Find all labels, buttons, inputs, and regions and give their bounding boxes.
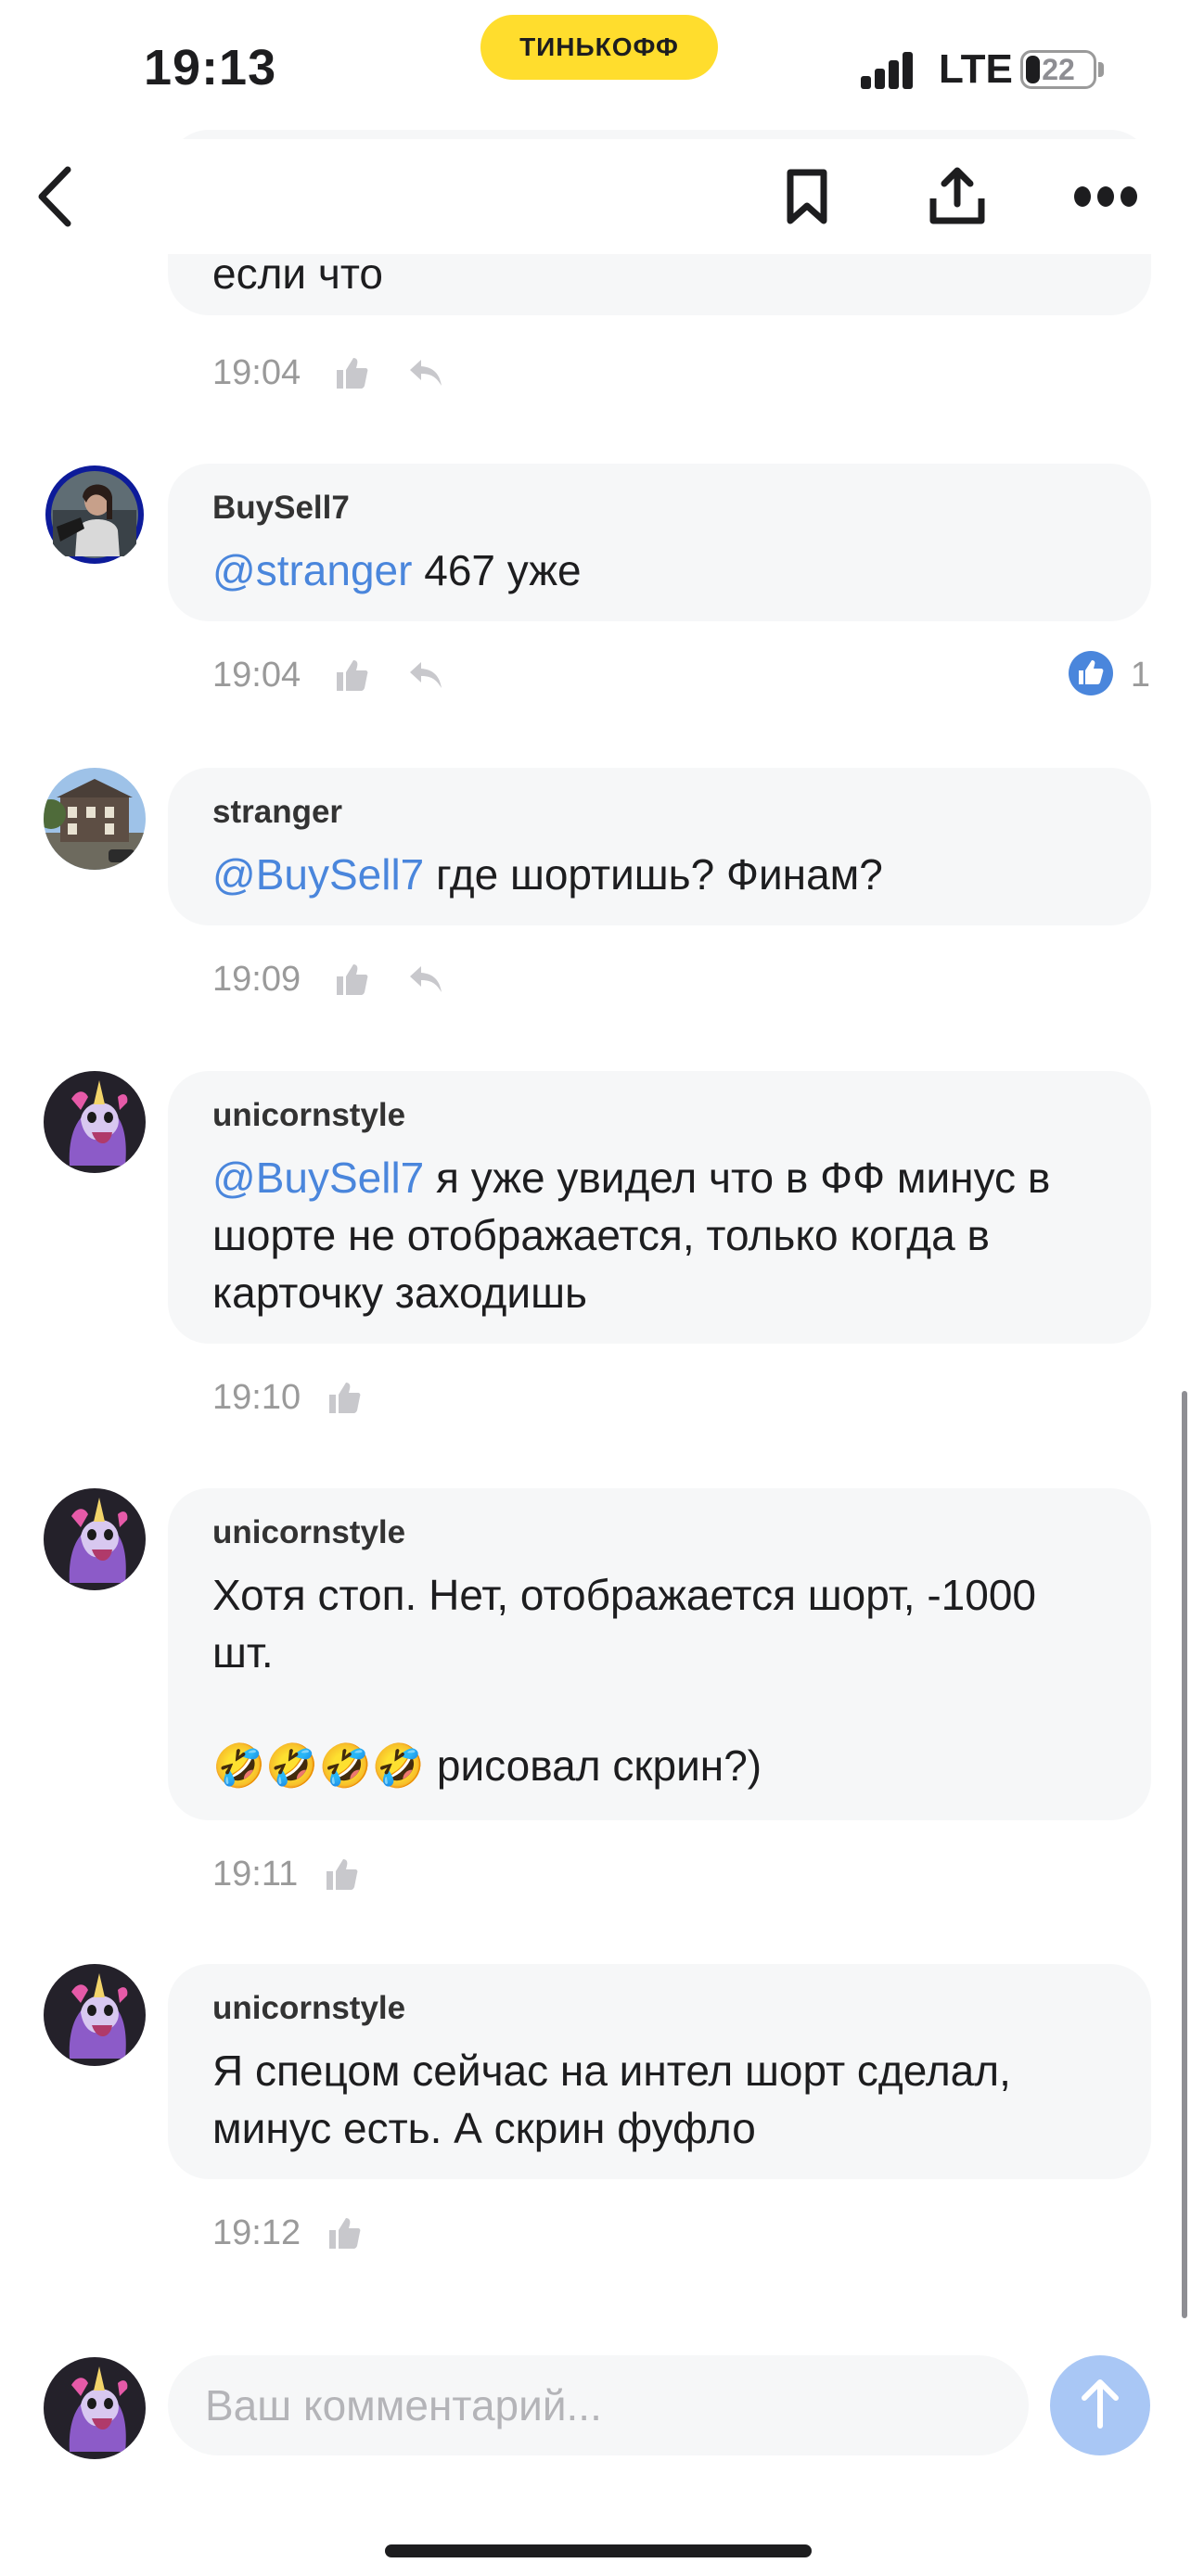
comment-text-body: где шортишь? Финам? (424, 850, 883, 899)
status-bar: 19:13 ТИНЬКОФФ LTE 22 (0, 0, 1191, 139)
comment-bubble: unicornstyle Я спецом сейчас на интел шо… (168, 1964, 1151, 2179)
like-icon[interactable] (321, 2210, 367, 2256)
comment-time: 19:12 (212, 2213, 301, 2252)
comment-meta: 19:12 (212, 2205, 367, 2261)
home-indicator (385, 2544, 812, 2557)
comment-time: 19:04 (212, 655, 301, 695)
comment-text-line: 🤣🤣🤣🤣 рисовал скрин?) (212, 1741, 762, 1790)
reply-icon[interactable] (403, 652, 449, 698)
comment-composer: Ваш комментарий... (0, 2337, 1191, 2485)
nav-bar (0, 139, 1191, 254)
comment-bubble: unicornstyle @BuySell7 я уже увидел что … (168, 1071, 1151, 1344)
comment-time: 19:11 (212, 1854, 299, 1894)
mention-link[interactable]: @BuySell7 (212, 850, 424, 899)
my-avatar (44, 2357, 146, 2459)
scrollbar[interactable] (1182, 1391, 1187, 2318)
comment-text: Хотя стоп. Нет, отображается шорт, -1000… (212, 1571, 1037, 1677)
share-icon[interactable] (920, 159, 994, 234)
comment-bubble: unicornstyle Хотя стоп. Нет, отображаетс… (168, 1488, 1151, 1820)
comment-text: @BuySell7 я уже увидел что в ФФ минус в … (212, 1149, 1107, 1321)
send-button[interactable] (1050, 2355, 1150, 2455)
comment-author[interactable]: stranger (212, 792, 1107, 833)
brand-pill: ТИНЬКОФФ (480, 15, 718, 80)
comment-text-body: 467 уже (412, 546, 582, 594)
comment-time: 19:10 (212, 1377, 301, 1417)
avatar[interactable] (44, 768, 146, 870)
like-icon[interactable] (318, 1851, 365, 1897)
comment-text: Я спецом сейчас на интел шорт сделал, ми… (212, 2047, 1011, 2152)
battery-nub (1098, 62, 1104, 77)
like-icon[interactable] (321, 1374, 367, 1421)
avatar[interactable] (44, 1488, 146, 1590)
reaction-summary[interactable]: 1 (1068, 647, 1150, 703)
comment-text: @BuySell7 где шортишь? Финам? (212, 846, 1107, 903)
comment-meta: 19:10 (212, 1370, 367, 1425)
mention-link[interactable]: @BuySell7 (212, 1154, 424, 1202)
mention-link[interactable]: @stranger (212, 546, 412, 594)
chevron-left-icon[interactable] (19, 159, 93, 234)
comment-bubble: BuySell7 @stranger 467 уже (168, 464, 1151, 621)
comment-meta: 19:04 (212, 345, 449, 401)
comment-time: 19:04 (212, 352, 301, 392)
battery-level: 22 (1042, 53, 1075, 86)
like-icon[interactable] (328, 350, 375, 396)
status-time: 19:13 (144, 40, 277, 96)
like-icon[interactable] (328, 956, 375, 1002)
signal-icon (861, 48, 926, 89)
arrow-up-icon (1077, 2378, 1123, 2434)
comment-meta: 19:11 (212, 1846, 365, 1902)
comment-input[interactable]: Ваш комментарий... (168, 2355, 1029, 2455)
reply-icon[interactable] (403, 350, 449, 396)
reply-icon[interactable] (403, 956, 449, 1002)
network-label: LTE (939, 46, 1013, 92)
more-icon[interactable] (1069, 159, 1143, 234)
reaction-count: 1 (1130, 655, 1150, 695)
bookmark-icon[interactable] (770, 159, 844, 234)
battery-icon: 22 (1020, 50, 1096, 89)
like-icon[interactable] (328, 652, 375, 698)
avatar[interactable] (44, 1071, 146, 1173)
comment-author[interactable]: unicornstyle (212, 1512, 1107, 1553)
like-badge-icon (1068, 650, 1114, 701)
comment-author[interactable]: BuySell7 (212, 488, 1107, 529)
avatar[interactable] (44, 1964, 146, 2066)
comment-bubble: stranger @BuySell7 где шортишь? Финам? (168, 768, 1151, 925)
comment-meta: 19:09 (212, 951, 449, 1007)
comment-text: @stranger 467 уже (212, 542, 1107, 599)
comment-meta: 19:04 (212, 647, 449, 703)
comment-author[interactable]: unicornstyle (212, 1095, 1107, 1136)
comment-author[interactable]: unicornstyle (212, 1988, 1107, 2029)
comment-time: 19:09 (212, 959, 301, 999)
avatar[interactable] (44, 464, 146, 566)
